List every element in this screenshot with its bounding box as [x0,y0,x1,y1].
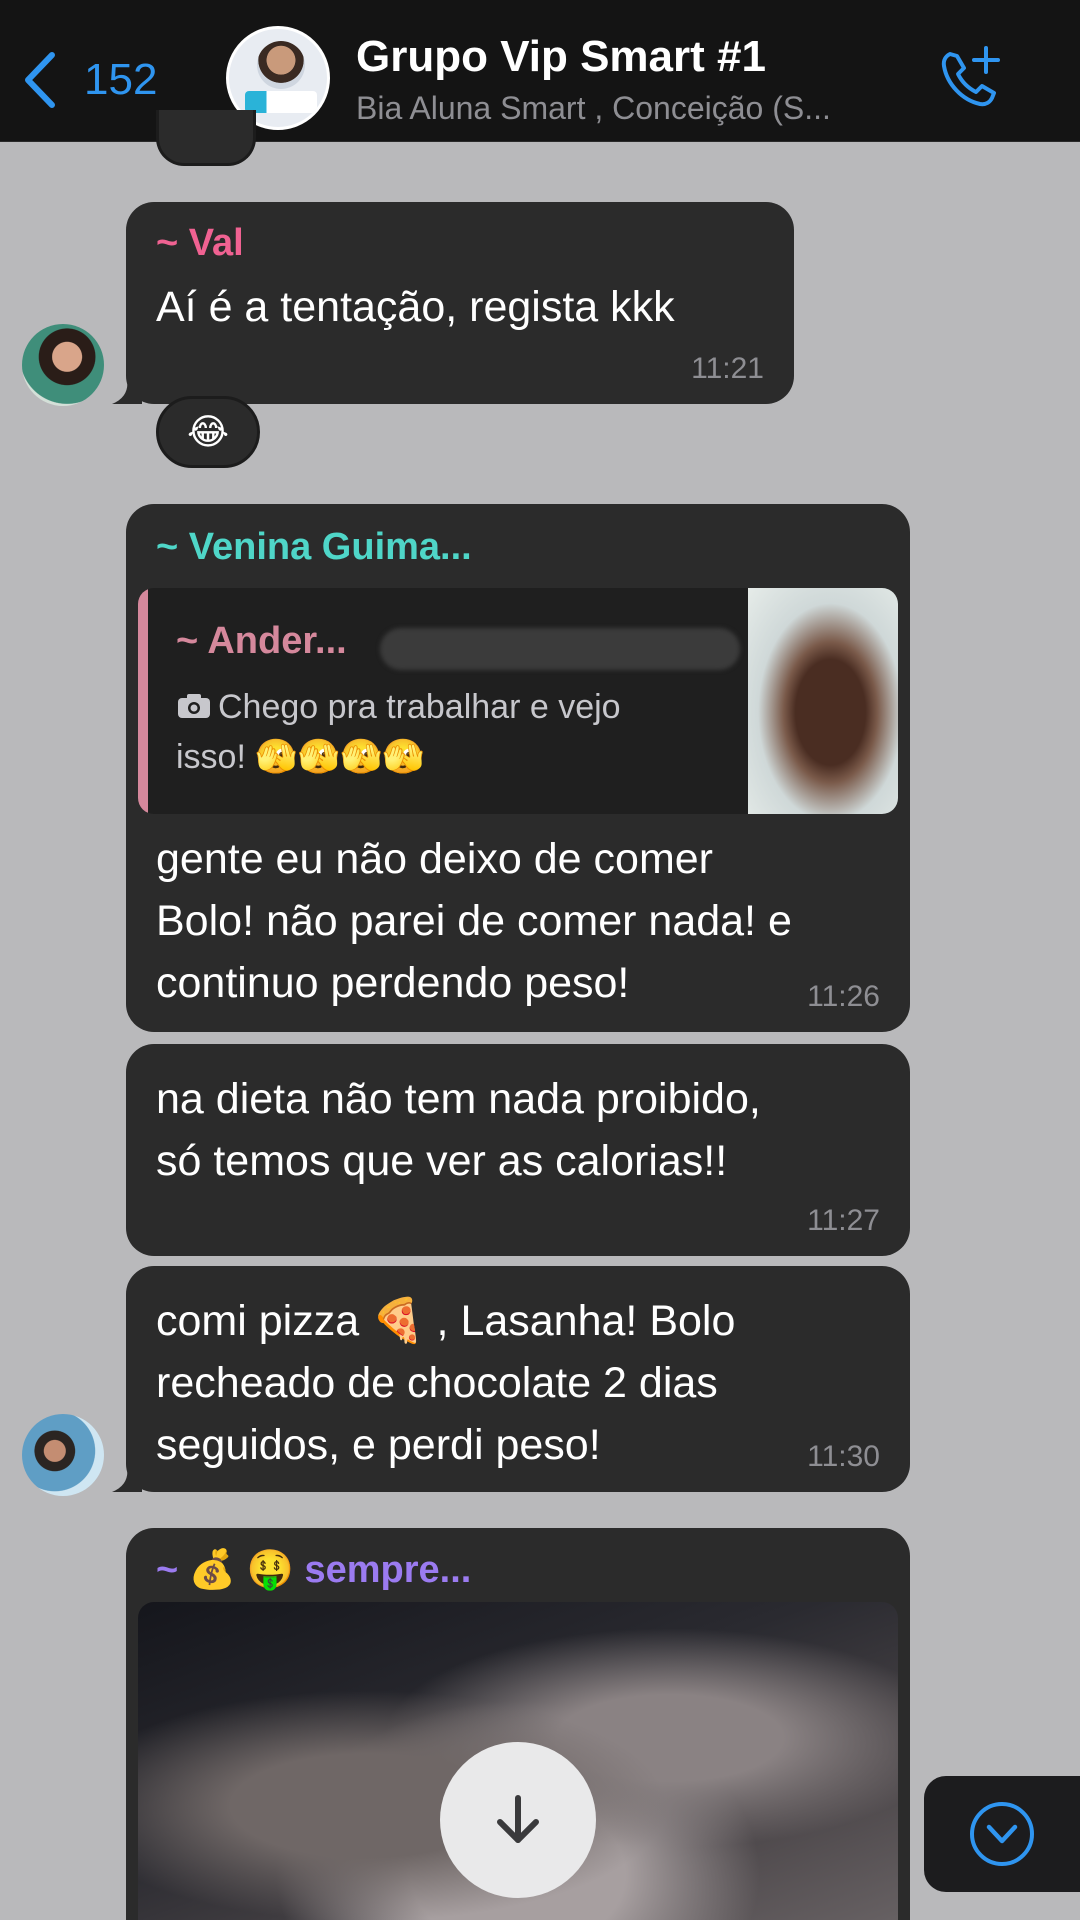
message-bubble[interactable]: comi pizza 🍕 , Lasanha! Bolo recheado de… [126,1266,910,1492]
message-time: 11:26 [807,980,880,1013]
quote-thumbnail [748,588,898,814]
camera-icon [178,694,210,718]
sender-name[interactable]: ~ 💰 🤑 sempre... [156,1548,471,1592]
quote-bar [138,588,148,814]
reaction-emoji: 😂 [186,411,230,452]
message-text: Aí é a tentação, regista kkk [156,283,675,331]
message-line: na dieta não tem nada proibido, [156,1075,761,1123]
reaction-pill[interactable]: 😂 [156,396,260,468]
message-bubble[interactable]: na dieta não tem nada proibido, só temos… [126,1044,910,1256]
back-button[interactable]: 152 [22,40,157,120]
message-bubble[interactable]: ~ Val Aí é a tentação, regista kkk 11:21 [126,202,794,404]
message-line: Bolo! não parei de comer nada! e [156,897,792,945]
message-line: comi pizza 🍕 , Lasanha! Bolo [156,1297,736,1345]
quote-text-content: Chego pra trabalhar e vejo isso! 🫣🫣🫣🫣 [176,688,621,776]
download-button[interactable] [440,1742,596,1898]
message-time: 11:21 [691,352,764,385]
sender-name[interactable]: ~ Val [156,222,244,265]
message-line: só temos que ver as calorias!! [156,1137,728,1185]
chevron-down-circle-icon [970,1802,1034,1866]
arrow-down-icon [497,1795,539,1843]
reaction-pill-partial[interactable] [156,110,256,166]
sender-avatar[interactable] [22,324,104,406]
quote-text: Chego pra trabalhar e vejo isso! 🫣🫣🫣🫣 [176,682,696,782]
add-call-icon[interactable] [936,44,1006,114]
message-line: recheado de chocolate 2 dias [156,1359,718,1407]
message-bubble[interactable]: ~ Venina Guima... ~ Ander... Chego pra t… [126,504,910,1032]
quoted-message[interactable]: ~ Ander... Chego pra trabalhar e vejo is… [138,588,898,814]
message-time: 11:30 [807,1440,880,1473]
scroll-to-bottom-button[interactable] [924,1776,1080,1892]
message-line: continuo perdendo peso! [156,959,630,1007]
chat-title[interactable]: Grupo Vip Smart #1 [356,32,766,82]
message-line: gente eu não deixo de comer [156,835,714,883]
message-text: comi pizza 🍕 , Lasanha! Bolo recheado de… [156,1290,876,1476]
bubble-tail [112,374,142,404]
sender-name[interactable]: ~ Venina Guima... [156,526,472,569]
sender-avatar[interactable] [22,1414,104,1496]
chat-subtitle[interactable]: Bia Aluna Smart , Conceição (S... [356,90,896,127]
message-time: 11:27 [807,1204,880,1237]
message-line: seguidos, e perdi peso! [156,1421,601,1469]
quote-sender: ~ Ander... [176,620,347,662]
bubble-tail [112,1462,142,1492]
avatar-photo [257,41,305,89]
message-text: na dieta não tem nada proibido, só temos… [156,1068,876,1192]
redacted-phone [380,628,740,670]
chevron-left-icon [25,52,55,108]
message-text: gente eu não deixo de comer Bolo! não pa… [156,828,876,1014]
unread-count: 152 [84,55,158,104]
